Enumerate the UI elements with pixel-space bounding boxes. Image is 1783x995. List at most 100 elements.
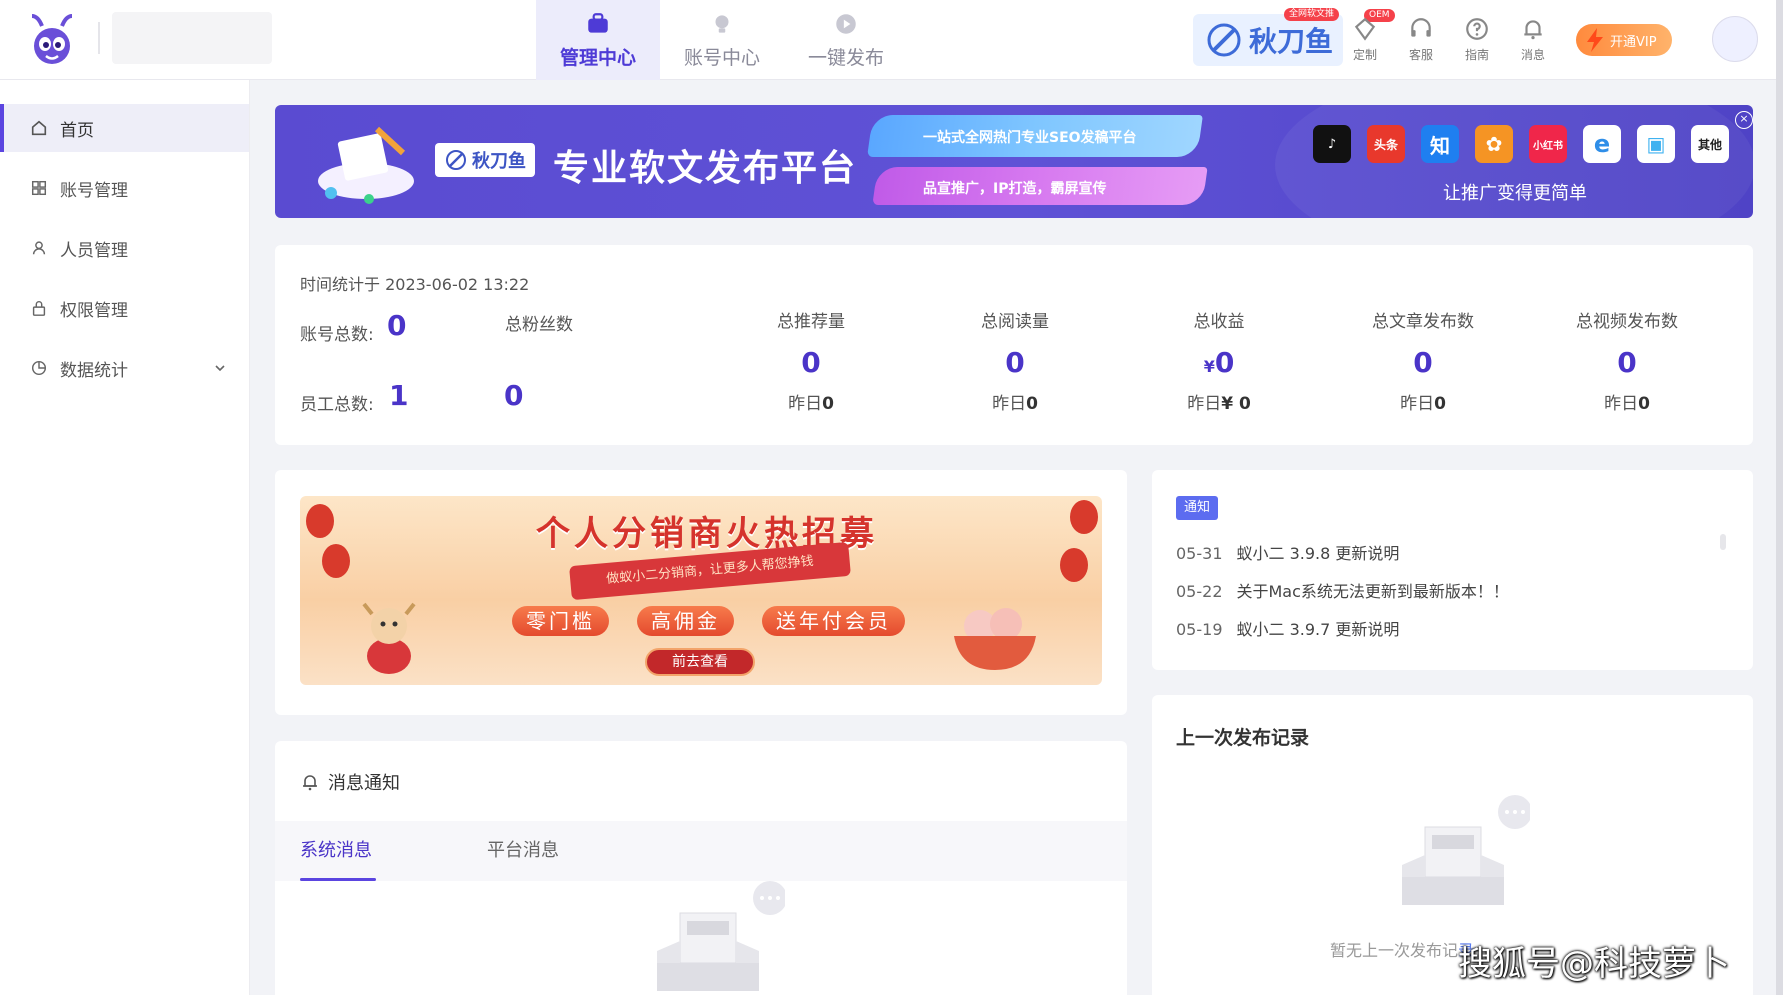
brand-button[interactable]: 秋刀鱼 (1193, 14, 1343, 66)
chevron-down-icon[interactable] (213, 361, 227, 375)
diamond-icon (1354, 17, 1376, 41)
tool-label: 消息 (1520, 48, 1545, 62)
grid-icon (31, 180, 47, 196)
sidebar-item-home[interactable]: 首页 (0, 104, 249, 152)
message-header: 消息通知 (300, 769, 400, 795)
vip-button[interactable]: 开通VIP (1576, 24, 1672, 56)
stat-reads: 总阅读量 0 昨日0 (935, 307, 1095, 414)
custom-tool[interactable]: 定制 (1345, 16, 1385, 63)
other-platforms-icon: 其他 (1691, 125, 1729, 163)
stat-videos: 总视频发布数 0 昨日0 (1547, 307, 1707, 414)
sidebar-item-label: 账号管理 (60, 180, 128, 201)
notice-text: 蚁小二 3.9.8 更新说明 (1236, 544, 1400, 563)
logo-placeholder (112, 12, 272, 64)
user-avatar[interactable] (1712, 16, 1758, 62)
notice-scrollbar[interactable] (1720, 534, 1726, 550)
stat-value: 0 (935, 346, 1095, 379)
platform-glyph: 头条 (1373, 137, 1398, 152)
nav-tab-label: 一键发布 (807, 46, 884, 69)
sidebar-item-label: 人员管理 (60, 240, 128, 261)
tab-system-messages[interactable]: 系统消息 (300, 821, 376, 881)
yesterday-value: 0 (1026, 394, 1038, 414)
help-icon (1466, 18, 1488, 40)
nav-tab-one-click-publish[interactable]: 一键发布 (784, 0, 908, 80)
platform-glyph: ♪ (1327, 136, 1337, 152)
banner-logo: 秋刀鱼 (435, 143, 535, 177)
stat-label: 总视频发布数 (1576, 312, 1678, 332)
douyin-icon: ♪ (1313, 125, 1351, 163)
headset-icon (1411, 18, 1431, 37)
notice-text: 蚁小二 3.9.7 更新说明 (1236, 620, 1400, 639)
window-edge (1776, 0, 1783, 995)
yesterday-label: 昨日 (1604, 394, 1639, 414)
bilibili-icon: ▣ (1637, 125, 1675, 163)
notice-item[interactable]: 05-31 蚁小二 3.9.8 更新说明 (1176, 540, 1399, 564)
sidebar-item-staff[interactable]: 人员管理 (0, 224, 249, 272)
platform-glyph: e (1593, 130, 1611, 158)
sidebar-item-label: 权限管理 (60, 300, 128, 321)
sidebar-item-statistics[interactable]: 数据统计 (0, 344, 249, 392)
yesterday-label: 昨日 (1187, 394, 1222, 414)
promo-chip: 高佣金 (637, 606, 734, 636)
ie-icon: e (1583, 125, 1621, 163)
notice-item[interactable]: 05-19 蚁小二 3.9.7 更新说明 (1176, 616, 1399, 640)
empty-inbox-icon (657, 881, 785, 991)
last-publish-title: 上一次发布记录 (1176, 727, 1310, 749)
nav-tab-management-center[interactable]: 管理中心 (536, 0, 660, 80)
last-publish-empty: 暂无上一次发布记录 (1330, 937, 1474, 961)
notice-date: 05-19 (1176, 620, 1223, 639)
stat-label: 总阅读量 (981, 312, 1049, 332)
empty-text: 暂无上一次发布记 (1330, 941, 1459, 960)
stat-yesterday: 昨日¥ 0 (1139, 389, 1299, 414)
ant-logo-icon[interactable] (24, 10, 80, 68)
toutiao-icon: 头条 (1367, 125, 1405, 163)
platform-glyph: 知 (1430, 133, 1450, 158)
main-nav: 管理中心 账号中心 一键发布 (536, 0, 908, 80)
sidebar-item-permissions[interactable]: 权限管理 (0, 284, 249, 332)
zhihu-icon: 知 (1421, 125, 1459, 163)
service-tool[interactable]: 客服 (1401, 16, 1441, 63)
lantern-icon (322, 544, 350, 578)
play-icon (836, 13, 856, 34)
banner-subtitle: 让推广变得更简单 (1443, 183, 1587, 204)
yesterday-value: ¥ 0 (1221, 394, 1251, 414)
tab-platform-messages[interactable]: 平台消息 (487, 821, 559, 881)
sidebar-item-accounts[interactable]: 账号管理 (0, 164, 249, 212)
wealth-bowl-icon (954, 608, 1036, 670)
yesterday-label: 昨日 (1400, 394, 1435, 414)
message-tool[interactable]: 消息 (1513, 16, 1553, 63)
close-icon[interactable]: × (1735, 111, 1753, 129)
lantern-icon (1060, 548, 1088, 582)
banner-logo-text: 秋刀鱼 (472, 151, 526, 172)
guide-tool[interactable]: 指南 (1457, 16, 1497, 63)
nav-tab-account-center[interactable]: 账号中心 (660, 0, 784, 80)
platform-glyph: 其他 (1697, 137, 1722, 152)
distributor-banner[interactable]: 个人分销商火热招募 做蚁小二分销商，让更多人帮您挣钱 零门槛 高佣金 送年付会员… (300, 496, 1102, 685)
stat-label: 总收益 (1193, 312, 1245, 332)
stat-recommend: 总推荐量 0 昨日0 (731, 307, 891, 414)
stat-income: 总收益 ¥0 昨日¥ 0 (1139, 307, 1299, 414)
banner-line1: 一站式全网热门专业SEO发稿平台 (923, 130, 1137, 146)
top-bar: 管理中心 账号中心 一键发布 秋刀鱼 全网软文推 OEM 定制 客服 指南 消息… (0, 0, 1783, 80)
brand-name: 秋刀鱼 (1249, 25, 1334, 58)
promo-banner[interactable]: 秋刀鱼 专业软文发布平台 一站式全网热门专业SEO发稿平台 品宣推广，IP打造，… (275, 105, 1753, 218)
yesterday-label: 昨日 (788, 394, 823, 414)
notice-item[interactable]: 05-22 关于Mac系统无法更新到最新版本！！ (1176, 578, 1509, 602)
staff-value: 1 (389, 379, 409, 412)
view-more-button[interactable]: 前去查看 (645, 648, 755, 676)
nav-tab-label: 管理中心 (559, 46, 636, 69)
tool-label: 指南 (1464, 48, 1489, 62)
yesterday-label: 昨日 (992, 394, 1027, 414)
bell-icon (303, 775, 317, 791)
promo-chip: 零门槛 (512, 606, 609, 636)
message-title: 消息通知 (328, 773, 400, 794)
message-tabs: 系统消息 平台消息 (275, 821, 1127, 881)
yesterday-value: 0 (1434, 394, 1446, 414)
stat-value: 0 (731, 346, 891, 379)
accounts-label: 账号总数: (300, 325, 374, 345)
notice-text: 关于Mac系统无法更新到最新版本！！ (1236, 582, 1509, 601)
tool-label: 客服 (1408, 48, 1433, 62)
stat-yesterday: 昨日0 (731, 389, 891, 414)
staff-label: 员工总数: (300, 395, 374, 415)
platform-glyph: 小红书 (1533, 140, 1563, 152)
